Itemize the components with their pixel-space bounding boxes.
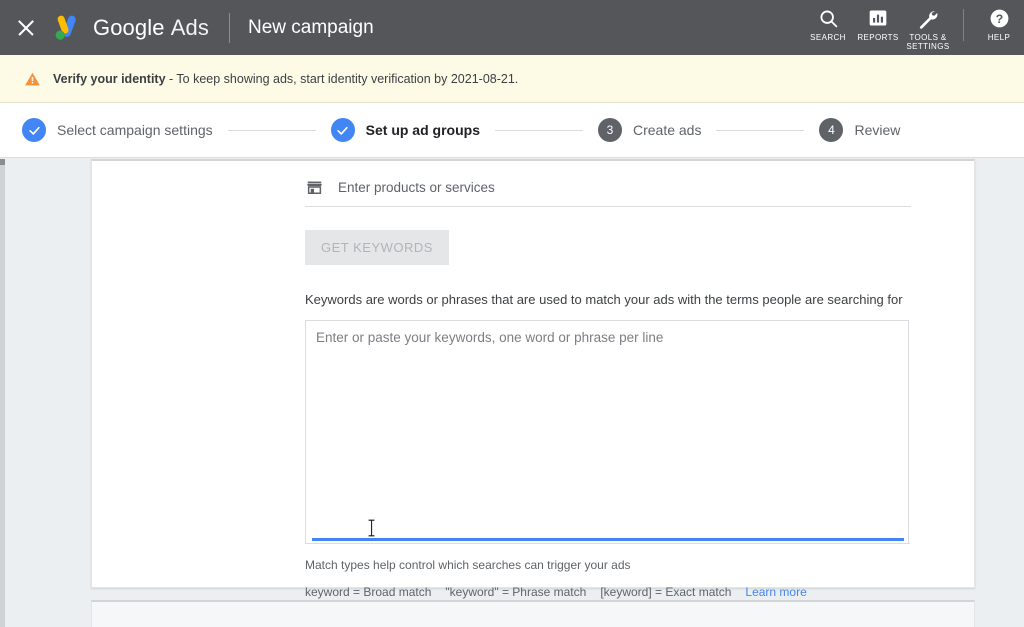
brand-name[interactable]: Google Ads — [93, 15, 209, 41]
search-label: SEARCH — [810, 33, 846, 42]
step-connector-1 — [228, 130, 316, 131]
banner-message: - To keep showing ads, start identity ve… — [166, 72, 519, 86]
scrollbar-thumb[interactable] — [0, 159, 5, 165]
help-label: HELP — [988, 33, 1011, 42]
match-types-legend: keyword = Broad match "keyword" = Phrase… — [305, 585, 911, 599]
match-types-title: Match types help control which searches … — [305, 558, 911, 572]
step-3-label: Create ads — [633, 122, 701, 138]
step-4-number: 4 — [819, 118, 843, 142]
help-question-icon: ? — [989, 7, 1010, 29]
help-button[interactable]: ? HELP — [974, 7, 1024, 42]
app-header: Google Ads New campaign SEARCH REPORTS — [0, 0, 1024, 55]
next-section-card — [91, 600, 975, 627]
search-icon — [818, 7, 839, 29]
match-type-phrase: "keyword" = Phrase match — [445, 585, 586, 599]
ad-group-keywords-card: Enter products or services GET KEYWORDS … — [91, 159, 975, 588]
google-ads-logo-icon — [49, 11, 83, 45]
header-actions: SEARCH REPORTS TOOLS & SETTINGS — [803, 0, 1024, 55]
warning-triangle-icon — [24, 71, 41, 87]
products-services-placeholder: Enter products or services — [338, 180, 495, 195]
step-connector-2 — [495, 130, 583, 131]
step-2-label: Set up ad groups — [366, 122, 480, 138]
tools-settings-button[interactable]: TOOLS & SETTINGS — [903, 7, 953, 51]
step-connector-3 — [716, 130, 804, 131]
step-select-campaign-settings[interactable]: Select campaign settings — [22, 118, 213, 142]
page-scrollbar[interactable] — [0, 159, 5, 627]
step-1-check-icon — [22, 118, 46, 142]
reports-bar-chart-icon — [868, 7, 888, 29]
page-title: New campaign — [248, 17, 374, 39]
identity-verification-banner: Verify your identity - To keep showing a… — [0, 55, 1024, 103]
campaign-stepper: Select campaign settings Set up ad group… — [0, 103, 1024, 158]
keywords-form: Enter products or services GET KEYWORDS … — [305, 169, 911, 599]
match-type-exact: [keyword] = Exact match — [600, 585, 731, 599]
header-divider — [229, 13, 230, 43]
match-type-broad: keyword = Broad match — [305, 585, 431, 599]
banner-text: Verify your identity - To keep showing a… — [53, 72, 518, 86]
search-button[interactable]: SEARCH — [803, 7, 853, 42]
brand-ads: Ads — [171, 15, 209, 40]
keywords-textarea[interactable]: Enter or paste your keywords, one word o… — [305, 320, 909, 544]
step-4-label: Review — [854, 122, 900, 138]
content-scroll-area: Enter products or services GET KEYWORDS … — [0, 159, 1024, 627]
step-1-label: Select campaign settings — [57, 122, 213, 138]
header-actions-divider — [963, 9, 964, 41]
reports-button[interactable]: REPORTS — [853, 7, 903, 42]
reports-label: REPORTS — [857, 33, 898, 42]
tools-settings-label: TOOLS & SETTINGS — [906, 33, 949, 51]
step-2-check-icon — [331, 118, 355, 142]
keywords-focus-underline — [312, 538, 904, 541]
storefront-icon — [305, 178, 324, 197]
keywords-description: Keywords are words or phrases that are u… — [305, 291, 911, 309]
step-set-up-ad-groups[interactable]: Set up ad groups — [331, 118, 480, 142]
products-services-field[interactable]: Enter products or services — [305, 169, 911, 207]
close-icon[interactable] — [15, 17, 37, 39]
keywords-placeholder: Enter or paste your keywords, one word o… — [316, 330, 663, 345]
step-review[interactable]: 4 Review — [819, 118, 900, 142]
banner-title: Verify your identity — [53, 72, 166, 86]
get-keywords-button[interactable]: GET KEYWORDS — [305, 230, 449, 265]
brand-google: Google — [93, 15, 165, 40]
step-create-ads[interactable]: 3 Create ads — [598, 118, 701, 142]
step-3-number: 3 — [598, 118, 622, 142]
wrench-icon — [917, 7, 939, 29]
keywords-textarea-bottom-border — [306, 543, 910, 544]
learn-more-link[interactable]: Learn more — [745, 585, 806, 599]
svg-text:?: ? — [995, 12, 1002, 26]
